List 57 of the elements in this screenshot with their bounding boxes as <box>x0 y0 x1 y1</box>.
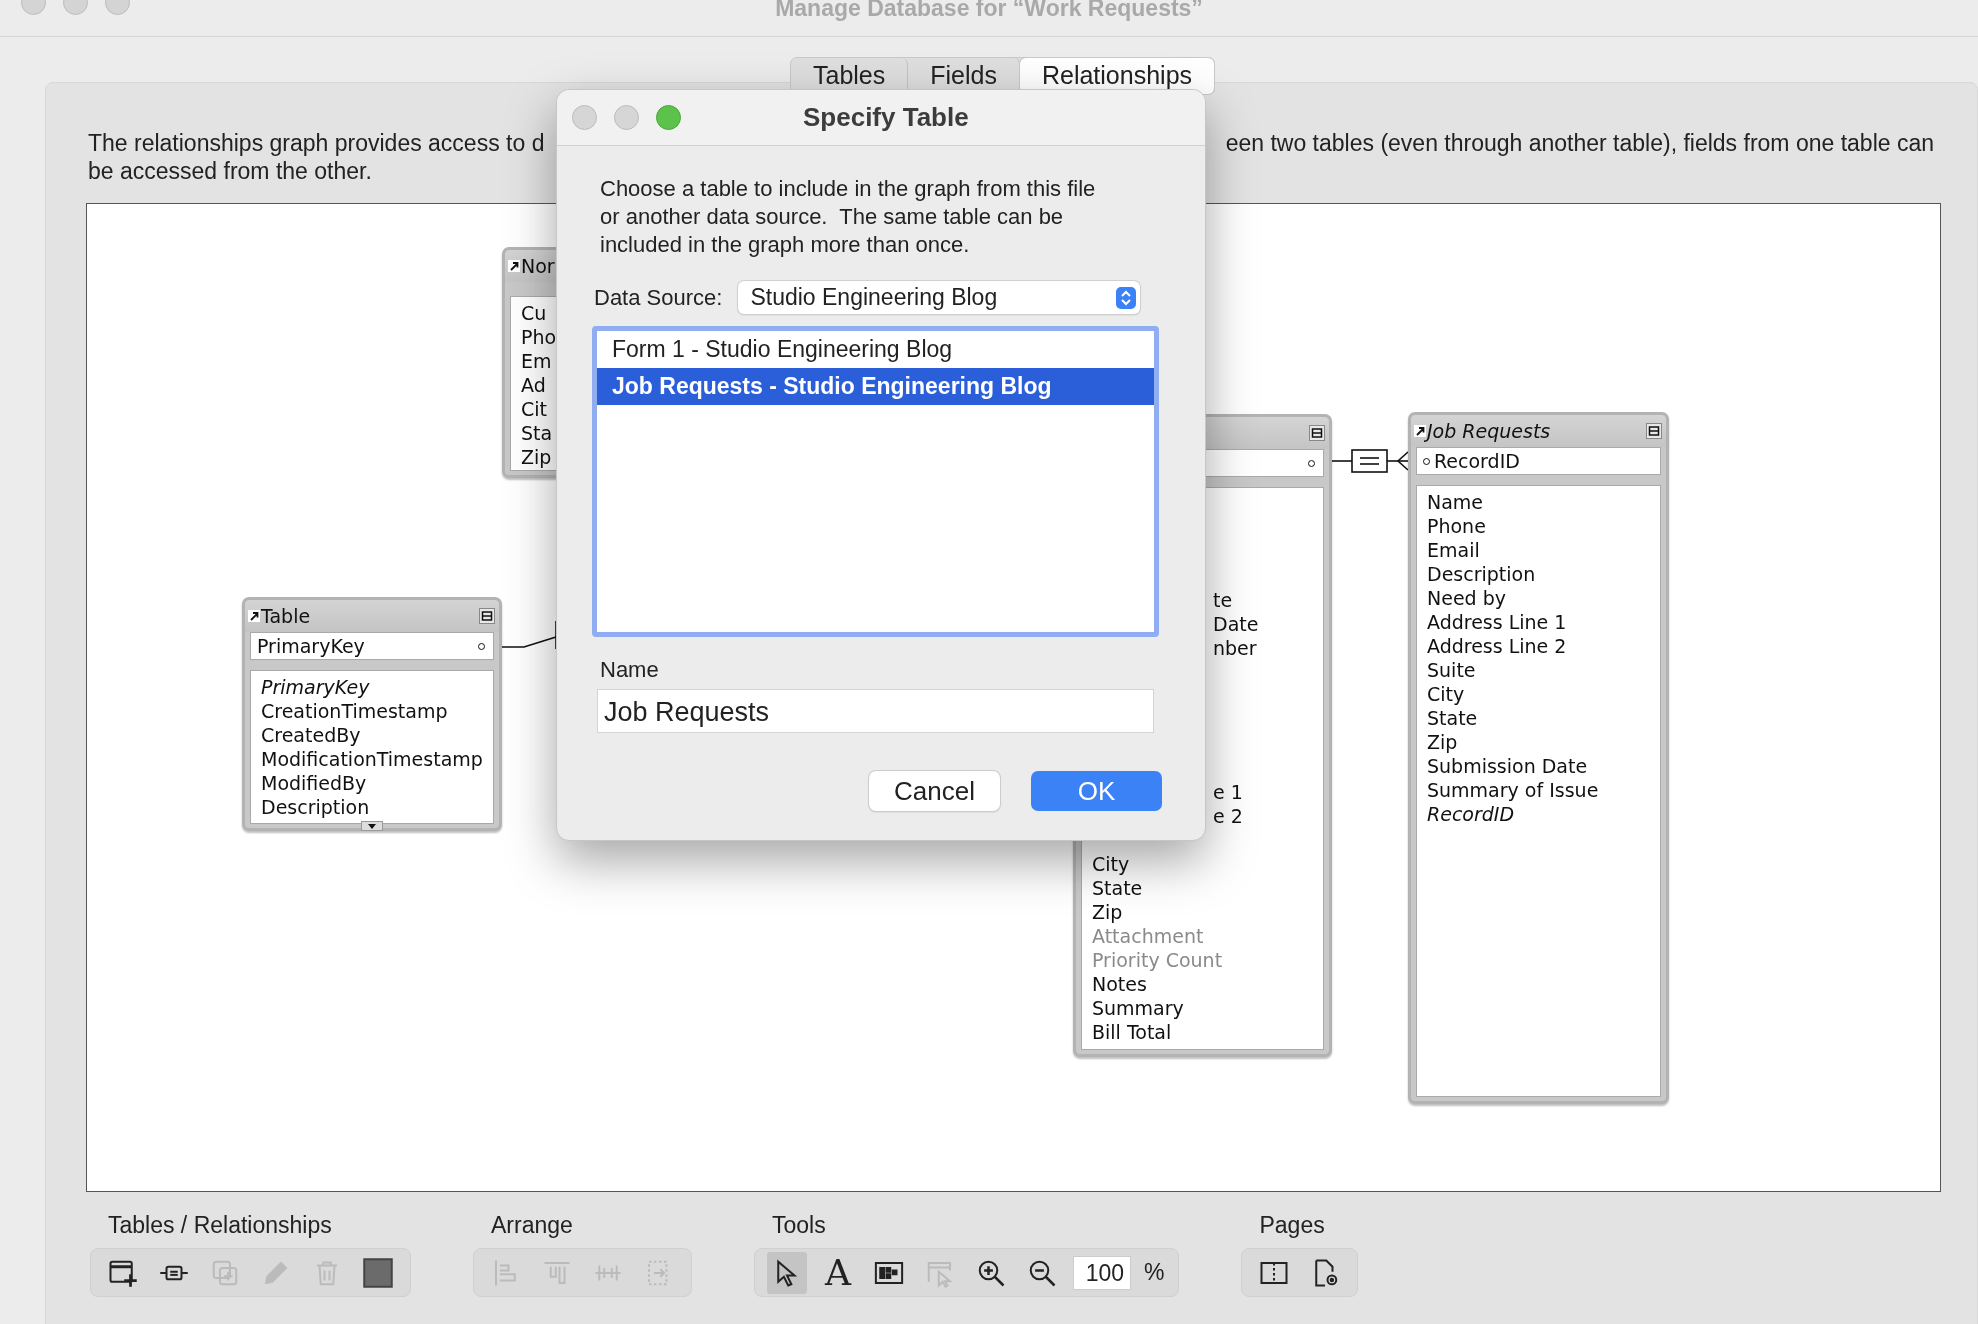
dialog-title: Specify Table <box>803 102 969 133</box>
field-name: Description <box>1427 563 1536 585</box>
toolbar-group-label: Pages <box>1258 1212 1326 1239</box>
field-name: Zip <box>521 446 552 468</box>
field-name: CreatedBy <box>261 724 361 746</box>
field-name: Pho <box>521 326 557 348</box>
field-name: ModificationTimestamp <box>261 748 483 770</box>
field-name: Em <box>521 350 552 372</box>
field-name: CreationTimestamp <box>261 700 448 722</box>
field-name: Cu <box>521 302 547 324</box>
name-label: Name <box>600 657 660 683</box>
field-name: Priority Count <box>1092 949 1223 971</box>
field-name: Summary <box>1092 997 1184 1019</box>
field-name: Bill Total <box>1092 1021 1172 1043</box>
field-name: Email <box>1427 539 1480 561</box>
toolbar-group-label: Arrange <box>490 1212 574 1239</box>
description-text: The relationships graph provides access to d <box>88 129 545 157</box>
key-field-name: RecordID <box>1434 450 1520 472</box>
field-name: City <box>1092 853 1130 875</box>
field-name: Need by <box>1427 587 1506 609</box>
field-name: Zip <box>1427 731 1458 753</box>
description-text: be accessed from the other. <box>88 157 372 185</box>
field-name: Suite <box>1427 659 1476 681</box>
field-name: Notes <box>1092 973 1147 995</box>
field-name: Zip <box>1092 901 1123 923</box>
description-text: een two tables (even through another table), fields from one table can <box>1225 129 1934 157</box>
toolbar-group-label: Tables / Relationships <box>107 1212 333 1239</box>
field-name: Attachment <box>1092 925 1204 947</box>
field-name: Date <box>1213 613 1259 635</box>
data-source-label: Data Source: <box>594 284 723 311</box>
zoom-unit: % <box>1143 1259 1166 1286</box>
field-name: State <box>1092 877 1143 899</box>
window-title: Manage Database for “Work Requests” <box>775 0 1203 23</box>
field-name: Sta <box>521 422 553 444</box>
field-name: Summary of Issue <box>1427 779 1599 801</box>
field-name: nber <box>1213 637 1257 659</box>
field-name: Address Line 1 <box>1427 611 1567 633</box>
field-name: City <box>1427 683 1465 705</box>
table-title: Table <box>261 605 311 627</box>
field-name: Name <box>1427 491 1484 513</box>
field-name: Phone <box>1427 515 1486 537</box>
key-field-name: PrimaryKey <box>257 635 365 657</box>
field-name: RecordID <box>1427 803 1515 825</box>
table-title: Nor <box>521 255 555 277</box>
field-name: Address Line 2 <box>1427 635 1567 657</box>
field-name: Description <box>261 796 370 818</box>
field-name: PrimaryKey <box>261 676 370 698</box>
field-name: State <box>1427 707 1478 729</box>
field-name: Ad <box>521 374 546 396</box>
field-name: ModifiedBy <box>261 772 367 794</box>
field-name: te <box>1213 589 1233 611</box>
field-name: e 1 <box>1213 781 1243 803</box>
field-name: Submission Date <box>1427 755 1588 777</box>
field-name: Cit <box>521 398 547 420</box>
toolbar-group-label: Tools <box>771 1212 827 1239</box>
dialog-message: Choose a table to include in the graph from this file or another data source. The same table can be included in the graph more than once. <box>600 175 1097 259</box>
field-name: e 2 <box>1213 805 1243 827</box>
